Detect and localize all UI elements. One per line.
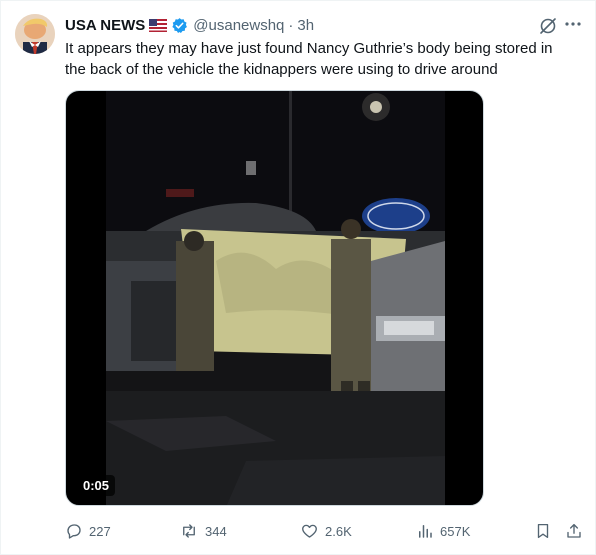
author-name[interactable]: USA NEWS xyxy=(65,17,145,34)
repost-button[interactable]: 344 xyxy=(179,520,227,542)
reply-count: 227 xyxy=(89,523,111,539)
action-bar: 227 344 2.6K 657K xyxy=(65,520,585,542)
video-player[interactable]: 0:05 xyxy=(65,90,484,506)
like-count: 2.6K xyxy=(325,523,352,539)
bookmark-icon xyxy=(537,523,549,539)
tweet-text: It appears they may have just found Nanc… xyxy=(65,40,553,78)
video-duration: 0:05 xyxy=(77,475,116,496)
like-button[interactable]: 2.6K xyxy=(300,520,352,542)
share-button[interactable] xyxy=(565,520,589,542)
verified-badge-icon[interactable] xyxy=(171,17,188,34)
reply-button[interactable]: 227 xyxy=(65,520,111,542)
tweet-header: USA NEWS @usanewshq · 3h xyxy=(65,15,314,35)
avatar[interactable] xyxy=(15,14,55,54)
views-button[interactable]: 657K xyxy=(416,520,470,542)
video-frame xyxy=(106,91,445,505)
share-icon xyxy=(567,523,581,538)
tweet-card[interactable]: USA NEWS @usanewshq · 3h It appears they… xyxy=(0,0,596,555)
repost-count: 344 xyxy=(205,523,227,539)
separator-dot: · xyxy=(288,16,294,34)
reply-icon xyxy=(67,524,81,539)
tweet-timestamp[interactable]: 3h xyxy=(297,17,314,34)
bookmark-button[interactable] xyxy=(534,520,558,542)
grok-icon[interactable] xyxy=(538,16,558,36)
repost-icon xyxy=(183,524,195,538)
author-handle[interactable]: @usanewshq xyxy=(193,17,284,34)
more-options-icon[interactable] xyxy=(563,14,583,34)
heart-icon xyxy=(302,524,317,538)
view-count: 657K xyxy=(440,523,471,539)
us-flag-icon xyxy=(149,18,168,32)
views-icon xyxy=(419,525,432,538)
avatar-image xyxy=(15,14,55,54)
